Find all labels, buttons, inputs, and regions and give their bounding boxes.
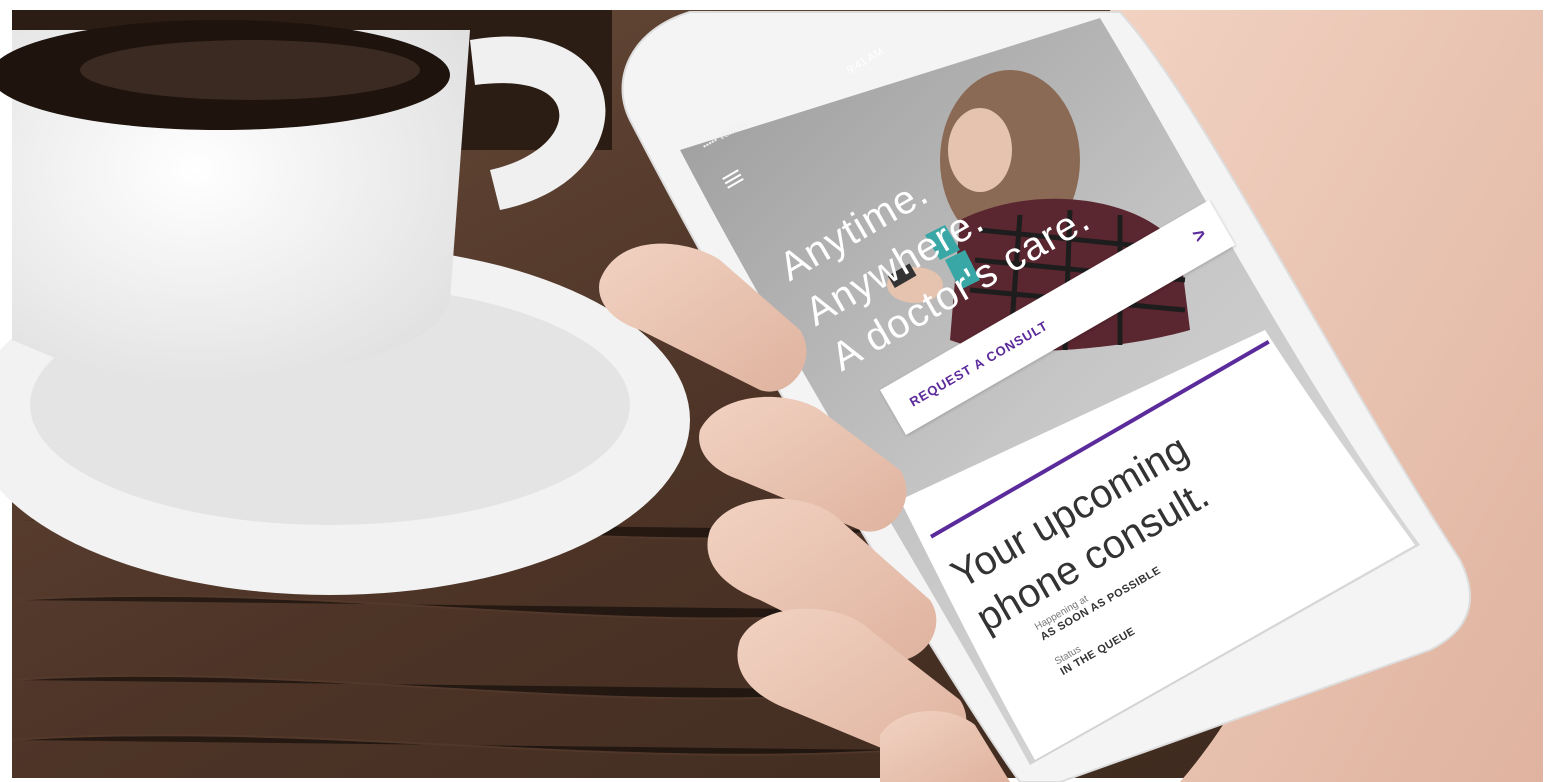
status-carrier: ••••• Verizon — [700, 118, 748, 152]
hamburger-icon[interactable] — [721, 167, 746, 192]
status-time: 9:41 AM — [844, 45, 886, 77]
app-screen: 9:41 AM ••••• Verizon Anytime. Anywhere.… — [0, 0, 1555, 782]
chevron-right-icon: > — [1188, 222, 1211, 248]
